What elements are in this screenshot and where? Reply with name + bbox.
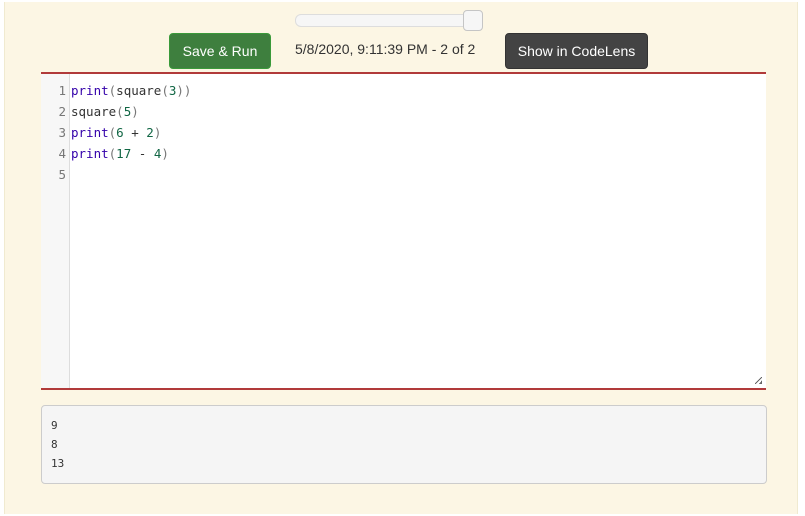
resize-handle-icon[interactable] — [755, 377, 762, 384]
history-slider-thumb[interactable] — [463, 10, 483, 31]
code-line[interactable]: print(square(3)) — [71, 83, 191, 98]
code-token: ) — [153, 125, 162, 140]
output-line: 8 — [51, 438, 58, 451]
code-token: square — [71, 104, 117, 119]
history-slider[interactable] — [295, 14, 483, 27]
code-line[interactable]: print(17 - 4) — [71, 146, 169, 161]
save-run-button[interactable]: Save & Run — [169, 33, 271, 69]
code-token: ( — [116, 104, 124, 119]
history-timestamp: 5/8/2020, 9:11:39 PM - 2 of 2 — [295, 41, 476, 57]
code-token: ( — [161, 83, 169, 98]
code-line[interactable]: print(6 + 2) — [71, 125, 161, 140]
line-number: 5 — [58, 167, 66, 182]
output-panel: 9 8 13 — [41, 405, 767, 484]
code-token: square — [116, 83, 162, 98]
output-line: 13 — [51, 457, 65, 470]
line-number: 4 — [58, 146, 66, 161]
code-token: 2 — [146, 125, 154, 140]
show-codelens-button[interactable]: Show in CodeLens — [505, 33, 648, 69]
line-number: 1 — [58, 83, 66, 98]
code-token: + — [123, 125, 147, 140]
code-token: - — [131, 146, 154, 161]
code-editor[interactable]: 12345 print(square(3)) square(5) print(6 +… — [41, 72, 766, 390]
code-token: print — [71, 146, 109, 161]
line-number: 3 — [58, 125, 66, 140]
code-token: print — [71, 83, 109, 98]
code-token: ) — [131, 104, 139, 119]
line-number: 2 — [58, 104, 66, 119]
code-token: 6 — [116, 125, 124, 140]
line-gutter: 1 2 3 4 5 — [41, 74, 70, 388]
code-token: )) — [176, 83, 192, 98]
code-token: 17 — [116, 146, 132, 161]
code-token: print — [71, 125, 109, 140]
output-line: 9 — [51, 419, 58, 432]
code-token: ) — [161, 146, 169, 161]
code-line[interactable]: square(5) — [71, 104, 139, 119]
